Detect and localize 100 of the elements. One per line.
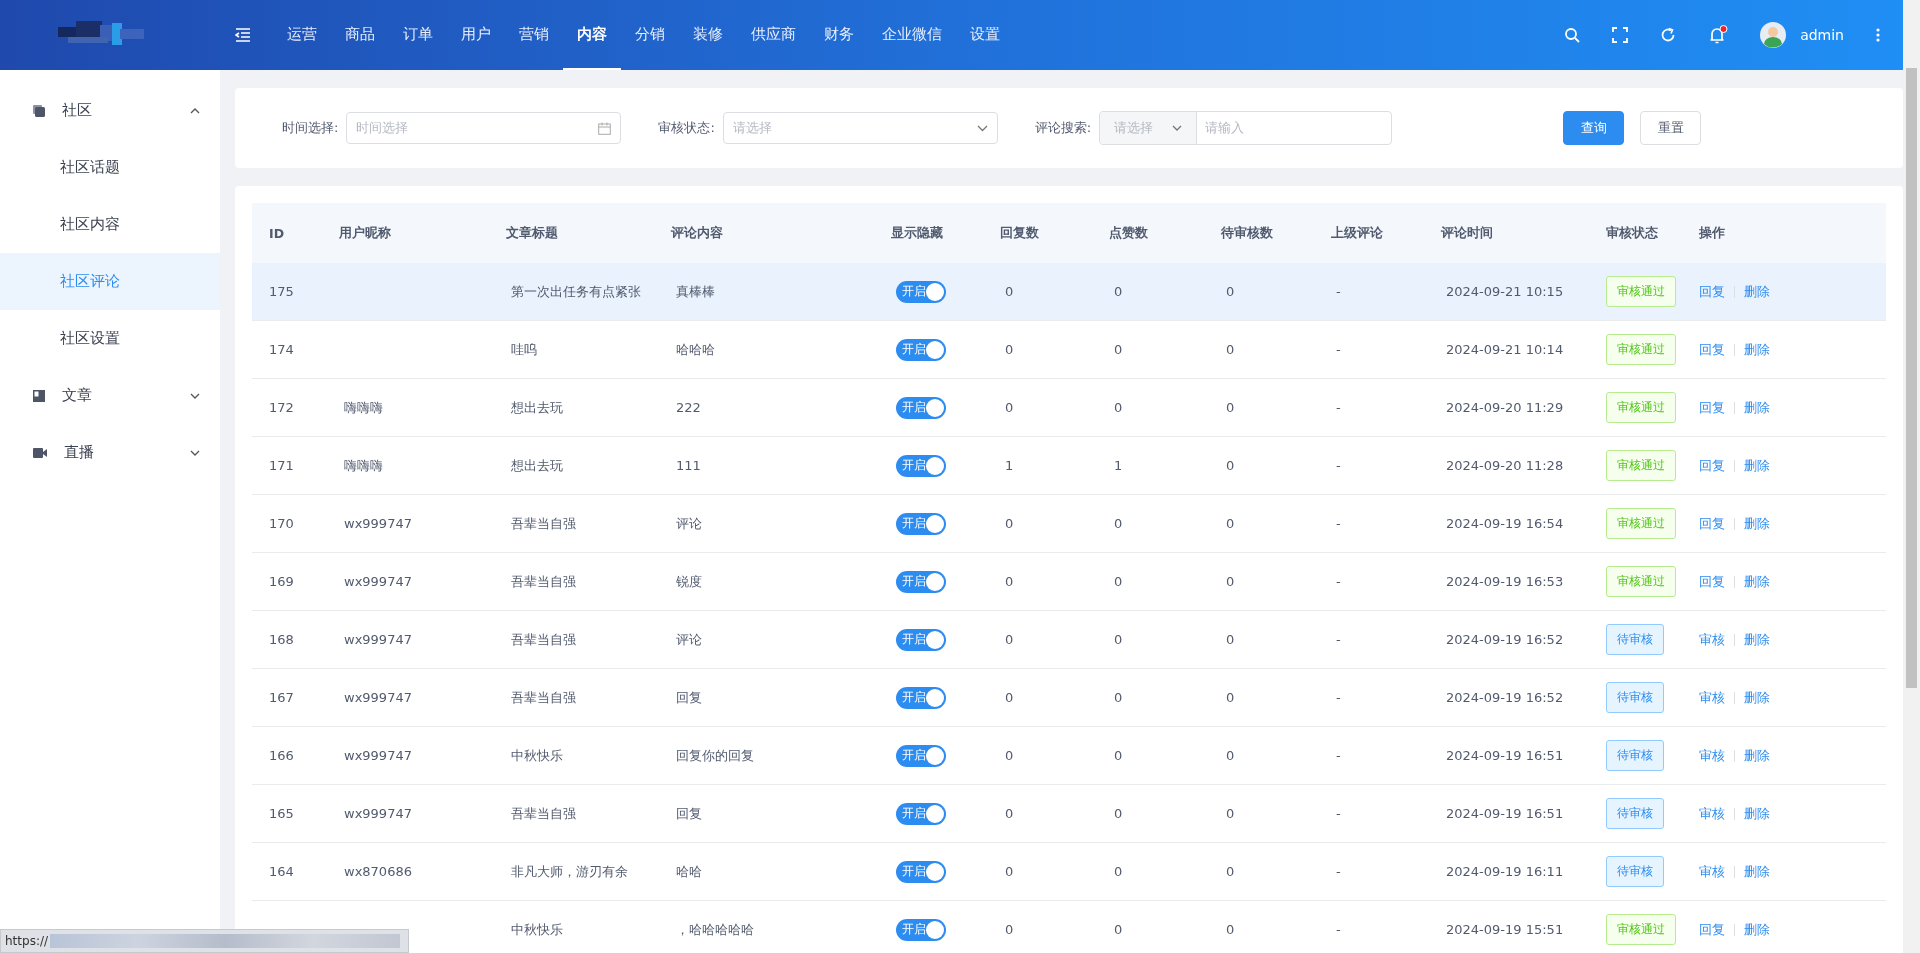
- reset-button[interactable]: 重置: [1640, 111, 1701, 145]
- refresh-icon[interactable]: [1660, 27, 1677, 43]
- nav-tab[interactable]: 设置: [956, 0, 1014, 70]
- visibility-switch[interactable]: 开启: [896, 396, 946, 419]
- visibility-switch[interactable]: 开启: [896, 744, 946, 767]
- action-link[interactable]: 回复: [1699, 514, 1725, 533]
- table-cell-text: wx999747: [343, 690, 413, 705]
- visibility-switch[interactable]: 开启: [896, 280, 946, 303]
- table-cell-text: 哈哈哈: [675, 340, 716, 359]
- visibility-switch[interactable]: 开启: [896, 512, 946, 535]
- action-link[interactable]: 回复: [1699, 572, 1725, 591]
- action-link[interactable]: 删除: [1744, 746, 1770, 765]
- action-link[interactable]: 回复: [1699, 282, 1725, 301]
- table-cell-text: 2024-09-21 10:15: [1445, 284, 1565, 299]
- more-icon[interactable]: [1876, 28, 1880, 42]
- action-link[interactable]: 删除: [1744, 688, 1770, 707]
- sidebar-group[interactable]: 文章: [0, 367, 220, 424]
- sidebar-item[interactable]: 社区评论: [0, 253, 220, 310]
- table-cell-text: 111: [675, 458, 702, 473]
- action-link[interactable]: 删除: [1744, 398, 1770, 417]
- table-cell-text: 0: [1225, 632, 1236, 647]
- group-label: 社区: [62, 101, 92, 120]
- column-header: 回复数: [1000, 224, 1040, 242]
- nav-tab[interactable]: 营销: [505, 0, 563, 70]
- sidebar-item[interactable]: 社区内容: [0, 196, 220, 253]
- table-cell-text: -: [1335, 574, 1342, 589]
- action-link[interactable]: 删除: [1744, 630, 1770, 649]
- action-link[interactable]: 删除: [1744, 340, 1770, 359]
- nav-tab[interactable]: 内容: [563, 0, 621, 70]
- action-link[interactable]: 删除: [1744, 282, 1770, 301]
- avatar-icon[interactable]: [1760, 22, 1787, 48]
- table-cell-text: -: [1335, 922, 1342, 937]
- table-cell-text: 0: [1113, 748, 1124, 763]
- table-cell-text: 2024-09-19 16:52: [1445, 690, 1565, 705]
- action-link[interactable]: 删除: [1744, 514, 1770, 533]
- action-link[interactable]: 删除: [1744, 456, 1770, 475]
- action-link[interactable]: 删除: [1744, 862, 1770, 881]
- table-cell-text: 嗨嗨嗨: [343, 456, 384, 475]
- url-text: https://: [5, 934, 48, 948]
- table-cell-text: wx999747: [343, 632, 413, 647]
- menu-fold-icon[interactable]: [235, 28, 251, 42]
- sidebar-item[interactable]: 社区话题: [0, 139, 220, 196]
- table-cell-text: -: [1335, 284, 1342, 299]
- visibility-switch[interactable]: 开启: [896, 570, 946, 593]
- action-link[interactable]: 回复: [1699, 340, 1725, 359]
- table-cell-text: 0: [1004, 922, 1015, 937]
- nav-tab[interactable]: 企业微信: [868, 0, 956, 70]
- table-cell-text: 嗨嗨嗨: [343, 398, 384, 417]
- bell-icon[interactable]: [1708, 25, 1729, 45]
- table-cell-text: -: [1335, 400, 1342, 415]
- calendar-icon: [598, 121, 612, 135]
- query-button[interactable]: 查询: [1563, 111, 1624, 145]
- user-name[interactable]: admin: [1800, 27, 1844, 43]
- visibility-switch[interactable]: 开启: [896, 686, 946, 709]
- nav-tab[interactable]: 商品: [331, 0, 389, 70]
- nav-tab[interactable]: 财务: [810, 0, 868, 70]
- fullscreen-icon[interactable]: [1612, 27, 1629, 43]
- search-icon[interactable]: [1564, 27, 1581, 43]
- visibility-switch[interactable]: 开启: [896, 628, 946, 651]
- date-field[interactable]: 时间选择: [346, 112, 622, 144]
- visibility-switch[interactable]: 开启: [896, 454, 946, 477]
- table-cell-text: 0: [1113, 400, 1124, 415]
- action-link[interactable]: 回复: [1699, 456, 1725, 475]
- table-cell-text: 吾辈当自强: [510, 804, 577, 823]
- status-tag: 待审核: [1606, 856, 1664, 887]
- action-link[interactable]: 删除: [1744, 804, 1770, 823]
- sidebar-group[interactable]: 直播: [0, 424, 220, 481]
- action-link[interactable]: 审核: [1699, 630, 1725, 649]
- table-cell-text: 166: [269, 748, 295, 763]
- nav-tab[interactable]: 运营: [273, 0, 331, 70]
- table-cell-text: 0: [1113, 864, 1124, 879]
- action-link[interactable]: 删除: [1744, 572, 1770, 591]
- table-cell-text: 2024-09-20 11:29: [1445, 400, 1565, 415]
- nav-tab[interactable]: 分销: [621, 0, 679, 70]
- nav-tab[interactable]: 装修: [679, 0, 737, 70]
- action-link[interactable]: 回复: [1699, 398, 1725, 417]
- table-cell-text: 吾辈当自强: [510, 688, 577, 707]
- action-link[interactable]: 审核: [1699, 688, 1725, 707]
- action-link[interactable]: 审核: [1699, 746, 1725, 765]
- sidebar-item[interactable]: 社区设置: [0, 310, 220, 367]
- table-cell-text: 0: [1225, 574, 1236, 589]
- table-cell-text: 0: [1004, 690, 1015, 705]
- visibility-switch[interactable]: 开启: [896, 338, 946, 361]
- field-label: 审核状态:: [658, 119, 715, 137]
- sidebar-group[interactable]: 社区: [0, 82, 220, 139]
- chevron-down-icon: [976, 124, 988, 132]
- action-link[interactable]: 删除: [1744, 920, 1770, 939]
- status-select[interactable]: 请选择: [722, 112, 998, 144]
- scrollbar[interactable]: [1903, 0, 1920, 953]
- nav-tab[interactable]: 订单: [389, 0, 447, 70]
- table-cell-text: 168: [269, 632, 295, 647]
- action-link[interactable]: 回复: [1699, 920, 1725, 939]
- visibility-switch[interactable]: 开启: [896, 860, 946, 883]
- table-cell-text: 0: [1004, 864, 1015, 879]
- nav-tab[interactable]: 供应商: [737, 0, 810, 70]
- nav-tab[interactable]: 用户: [447, 0, 505, 70]
- action-link[interactable]: 审核: [1699, 804, 1725, 823]
- visibility-switch[interactable]: 开启: [896, 802, 946, 825]
- visibility-switch[interactable]: 开启: [896, 918, 946, 941]
- action-link[interactable]: 审核: [1699, 862, 1725, 881]
